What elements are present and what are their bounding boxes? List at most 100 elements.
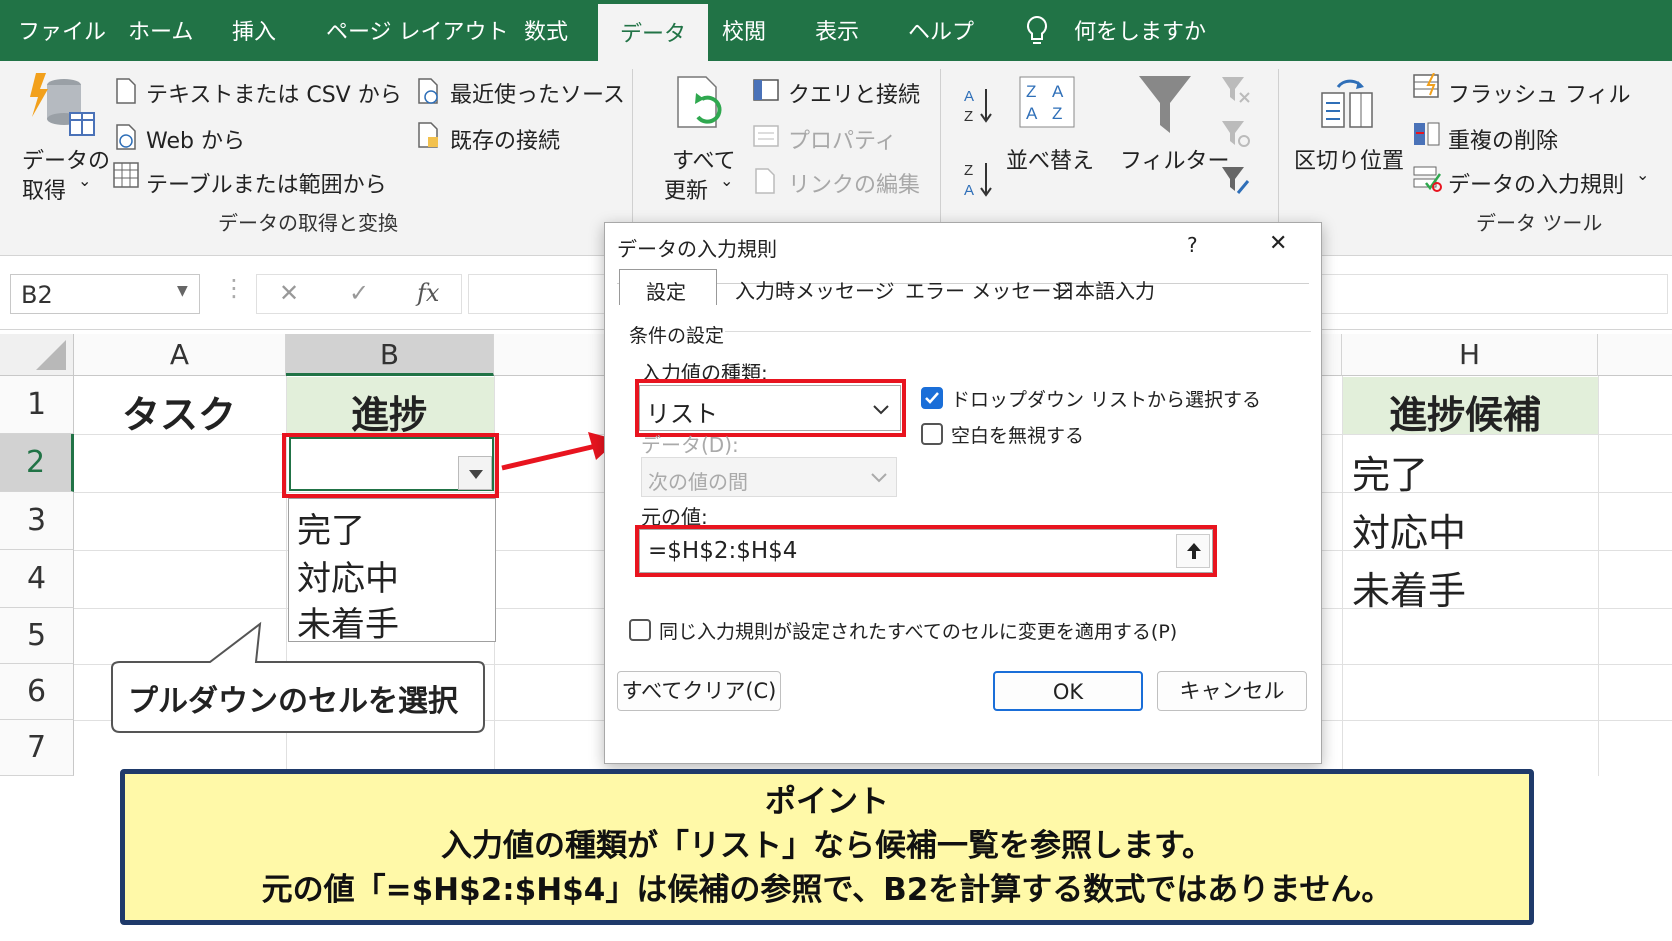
filter-button[interactable]: フィルター <box>1120 143 1230 175</box>
caret-down-icon[interactable]: ▼ <box>177 283 188 299</box>
tab-file[interactable]: ファイル <box>18 14 106 46</box>
tell-me-search[interactable]: 何をしますか <box>1074 14 1206 46</box>
tab-ime-mode[interactable]: 日本語入力 <box>1055 275 1155 304</box>
text-to-columns-button[interactable]: 区切り位置 <box>1294 143 1404 175</box>
get-data-icon <box>30 73 95 136</box>
svg-text:A: A <box>1052 82 1064 101</box>
note-line: 入力値の種類が「リスト」なら候補一覧を参照します。 <box>441 828 1213 864</box>
sort-button[interactable]: 並べ替え <box>1006 143 1094 175</box>
edit-links-icon <box>755 168 775 194</box>
clear-filter-icon <box>1222 77 1250 103</box>
tab-settings-label: 設定 <box>646 280 686 304</box>
edit-links-button[interactable]: リンクの編集 <box>788 167 920 199</box>
cell-a1[interactable]: タスク <box>122 384 236 439</box>
recent-sources-button[interactable]: 最近使ったソース <box>450 77 625 109</box>
tab-review[interactable]: 校閲 <box>722 14 766 46</box>
chevron-down-icon[interactable]: ⌄ <box>78 171 91 190</box>
apply-all-checkbox[interactable] <box>629 619 651 641</box>
data-select-value: 次の値の間 <box>648 470 748 494</box>
row-header-5[interactable]: 5 <box>0 608 74 664</box>
tab-settings[interactable]: 設定 <box>619 269 717 305</box>
cell-h1[interactable]: 進捗候補 <box>1343 377 1598 437</box>
cell-h3[interactable]: 対応中 <box>1352 502 1466 557</box>
tab-page-layout[interactable]: ページ レイアウト <box>326 14 509 46</box>
flash-fill-button[interactable]: フラッシュ フィル <box>1448 77 1631 109</box>
tab-formulas[interactable]: 数式 <box>524 14 568 46</box>
chevron-down-icon[interactable] <box>864 466 894 490</box>
dropdown-item[interactable]: 完了 <box>297 503 365 552</box>
insert-function-icon[interactable]: fx <box>417 279 439 307</box>
tab-home[interactable]: ホーム <box>128 14 193 46</box>
from-web-button[interactable]: Web から <box>146 123 245 155</box>
from-table-button[interactable]: テーブルまたは範囲から <box>146 167 387 199</box>
data-select[interactable]: 次の値の間 <box>641 457 897 497</box>
row-header-2[interactable]: 2 <box>0 434 74 492</box>
tab-help[interactable]: ヘルプ <box>908 14 974 46</box>
filter-icon <box>1139 76 1191 133</box>
tab-error-alert[interactable]: エラー メッセージ <box>905 275 1071 304</box>
column-header-h[interactable]: H <box>1342 334 1598 376</box>
remove-duplicates-button[interactable]: 重複の削除 <box>1448 123 1558 155</box>
select-all-corner[interactable] <box>0 334 74 376</box>
web-icon <box>116 124 136 150</box>
in-cell-dropdown-checkbox[interactable] <box>921 387 943 409</box>
row-header-7[interactable]: 7 <box>0 720 74 776</box>
column-header-a[interactable]: A <box>74 334 286 376</box>
column-header-b[interactable]: B <box>286 334 494 376</box>
row-header-6[interactable]: 6 <box>0 664 74 720</box>
from-text-csv-button[interactable]: テキストまたは CSV から <box>146 77 402 109</box>
svg-text:A: A <box>964 182 974 199</box>
get-data-label-2[interactable]: 取得 <box>22 173 66 205</box>
clear-all-button[interactable]: すべてクリア(C) <box>617 671 781 711</box>
cancel-button[interactable]: キャンセル <box>1157 671 1307 711</box>
cell-b1[interactable]: 進捗 <box>287 377 494 437</box>
menu-bar: ファイル ホーム 挿入 ページ レイアウト 数式 データ 校閲 表示 ヘルプ 何… <box>0 0 1672 61</box>
tab-insert[interactable]: 挿入 <box>232 14 276 46</box>
row-header-4[interactable]: 4 <box>0 550 74 608</box>
tab-data[interactable]: データ <box>598 4 709 61</box>
cell-h2[interactable]: 完了 <box>1352 444 1428 499</box>
text-to-columns-icon <box>1321 79 1373 128</box>
svg-text:Z: Z <box>1026 82 1036 101</box>
close-button[interactable]: ✕ <box>1269 231 1287 256</box>
data-label: データ(D): <box>641 433 739 457</box>
drag-handle-icon[interactable]: ⋮ <box>222 274 246 302</box>
cell-b1-text: 進捗 <box>351 393 428 437</box>
get-data-label[interactable]: データの <box>22 143 110 175</box>
existing-connections-button[interactable]: 既存の接続 <box>450 123 560 155</box>
name-box[interactable]: B2 ▼ <box>10 274 200 314</box>
queries-connections-button[interactable]: クエリと接続 <box>788 77 920 109</box>
properties-button[interactable]: プロパティ <box>788 123 897 155</box>
chevron-down-icon[interactable]: ⌄ <box>1636 165 1649 184</box>
chevron-down-icon[interactable]: ⌄ <box>720 171 733 190</box>
queries-connections-icon <box>753 79 779 101</box>
group-label-data-tools: データ ツール <box>1476 211 1603 235</box>
dropdown-item[interactable]: 対応中 <box>297 551 399 600</box>
cancel-icon[interactable]: ✕ <box>279 279 299 307</box>
data-validation-icon <box>1413 166 1442 192</box>
column-header-i[interactable] <box>1598 334 1672 376</box>
point-note: ポイント 入力値の種類が「リスト」なら候補一覧を参照します。 元の値「=$H$2… <box>120 769 1534 925</box>
refresh-all-icon <box>677 76 722 128</box>
help-button[interactable]: ? <box>1187 233 1198 257</box>
tab-input-message[interactable]: 入力時メッセージ <box>735 275 895 304</box>
tab-view[interactable]: 表示 <box>815 14 859 46</box>
ignore-blank-checkbox[interactable] <box>921 423 943 445</box>
section-divider <box>725 331 1311 332</box>
data-validation-button[interactable]: データの入力規則 <box>1448 167 1624 199</box>
corner-triangle-icon <box>36 340 66 370</box>
enter-icon[interactable]: ✓ <box>349 279 369 307</box>
row-header-1[interactable]: 1 <box>0 376 74 434</box>
svg-text:Z: Z <box>1052 104 1062 123</box>
svg-text:Z: Z <box>964 108 973 125</box>
refresh-all-label-2[interactable]: 更新 <box>664 173 708 205</box>
highlight-source <box>635 525 1217 577</box>
properties-icon <box>753 125 779 147</box>
table-icon <box>113 162 139 188</box>
cell-h4[interactable]: 未着手 <box>1352 560 1466 615</box>
checkmark-icon <box>925 392 939 404</box>
lightbulb-icon <box>1026 15 1048 44</box>
sort-za-icon: ZA <box>964 162 992 199</box>
ok-button[interactable]: OK <box>993 671 1143 711</box>
row-header-3[interactable]: 3 <box>0 492 74 550</box>
